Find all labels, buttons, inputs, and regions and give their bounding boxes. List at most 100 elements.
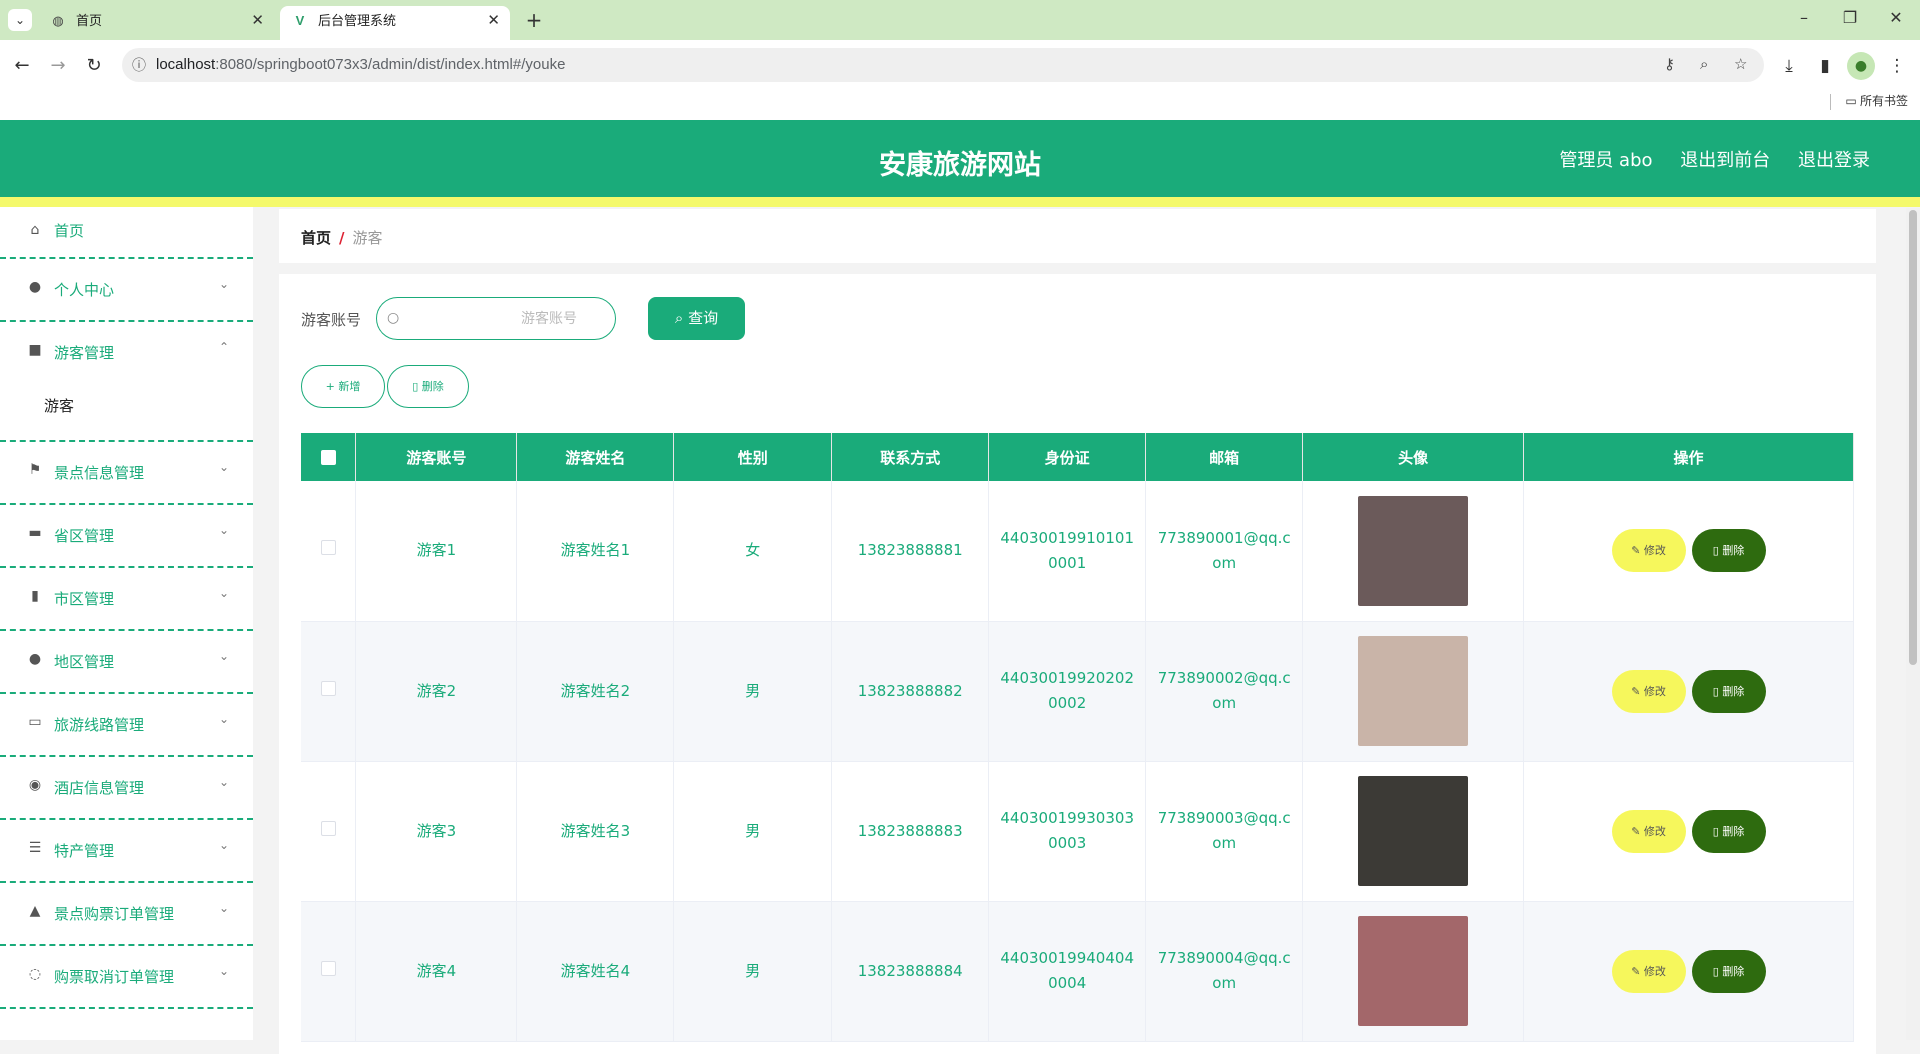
forward-icon[interactable]: →	[44, 52, 72, 80]
sidebar-item-home[interactable]: ⌂ 首页	[0, 207, 253, 259]
sidebar-item-specialty[interactable]: ☰ 特产管理 ⌄	[0, 820, 253, 883]
folder-icon: ▭	[1845, 94, 1860, 108]
add-button[interactable]: + 新增	[301, 365, 385, 408]
browser-tab-admin[interactable]: V 后台管理系统 ✕	[280, 6, 510, 40]
cell-email: 773890001@qq.c om	[1145, 481, 1304, 622]
edit-button-label: 修改	[1643, 684, 1666, 698]
profile-avatar[interactable]: ●	[1847, 52, 1875, 80]
bookmark-star-icon[interactable]: ☆	[1734, 48, 1747, 82]
trash-icon: ▯	[1712, 824, 1723, 838]
cell-actions: ✎ 修改 ▯ 删除	[1523, 761, 1854, 902]
close-icon[interactable]: ✕	[251, 6, 264, 36]
delete-button[interactable]: ▯ 删除	[1691, 809, 1766, 853]
sidebar-item-province[interactable]: ▬ 省区管理 ⌄	[0, 505, 253, 568]
sidebar-item-scenic-info[interactable]: ⚑ 景点信息管理 ⌄	[0, 442, 253, 505]
delete-button[interactable]: ▯ 删除	[1691, 669, 1766, 713]
minimize-icon[interactable]: –	[1784, 8, 1824, 27]
vue-logo-icon: V	[295, 13, 305, 28]
row-checkbox-cell[interactable]	[301, 901, 357, 1042]
page-scrollbar[interactable]	[1906, 208, 1920, 1040]
row-checkbox-cell[interactable]	[301, 621, 357, 762]
sidebar-item-travel-route[interactable]: ▭ 旅游线路管理 ⌄	[0, 694, 253, 757]
sidebar-item-label: 地区管理	[54, 653, 115, 671]
tab-search-icon[interactable]: ⌄	[8, 9, 32, 31]
chevron-down-icon: ⌄	[218, 712, 229, 726]
cell-name: 游客姓名3	[516, 761, 675, 902]
password-key-icon[interactable]: ⚷	[1664, 48, 1675, 82]
cell-gender: 女	[673, 481, 833, 622]
url-host: localhost	[156, 56, 216, 73]
row-checkbox[interactable]	[320, 540, 336, 556]
exit-to-front-link[interactable]: 退出到前台	[1680, 150, 1770, 171]
table-header-row: 游客账号 游客姓名 性别 联系方式 身份证 邮箱 头像 操作	[301, 433, 1854, 481]
address-bar[interactable]: ⓘ localhost:8080/springboot073x3/admin/d…	[122, 48, 1764, 82]
delete-button-label: 删除	[421, 380, 444, 393]
breadcrumb-home[interactable]: 首页	[301, 229, 331, 247]
edit-button[interactable]: ✎ 修改	[1611, 809, 1686, 853]
close-window-icon[interactable]: ✕	[1876, 8, 1916, 27]
avatar	[1358, 495, 1469, 606]
sidebar-item-cancel-orders[interactable]: ◌ 购票取消订单管理 ⌄	[0, 946, 253, 1009]
sidebar-item-label: 首页	[54, 222, 85, 240]
column-header-avatar: 头像	[1302, 433, 1525, 481]
tourist-table: 游客账号 游客姓名 性别 联系方式 身份证 邮箱 头像 操作 游客1 游客姓名1 女…	[301, 433, 1854, 1042]
sidebar-subitem-label: 游客	[44, 397, 75, 415]
row-checkbox-cell[interactable]	[301, 761, 357, 902]
all-bookmarks[interactable]: ▭ 所有书签	[1830, 92, 1908, 110]
batch-delete-button[interactable]: ▯ 删除	[387, 365, 469, 408]
select-all-checkbox-cell[interactable]	[301, 433, 357, 481]
table-row: 游客1 游客姓名1 女 13823888881 44030019910101 0001 77…	[301, 481, 1854, 622]
search-input[interactable]	[407, 303, 607, 335]
select-all-checkbox[interactable]	[320, 450, 336, 465]
email-line: om	[1212, 553, 1237, 572]
bookmark-divider	[1830, 93, 1832, 110]
new-tab-button[interactable]: +	[520, 6, 548, 34]
query-button-label: 查询	[688, 309, 719, 327]
sidebar-item-label: 景点购票订单管理	[54, 905, 175, 923]
cell-actions: ✎ 修改 ▯ 删除	[1523, 621, 1854, 762]
sidebar-subitem-tourist[interactable]: 游客	[0, 378, 253, 442]
zoom-icon[interactable]: ⌕	[1700, 48, 1708, 82]
row-checkbox[interactable]	[320, 960, 336, 976]
scrollbar-thumb[interactable]	[1909, 210, 1917, 665]
cell-id-card: 44030019920202 0002	[988, 621, 1147, 762]
browser-tab-home[interactable]: ◍ 首页 ✕	[38, 6, 274, 40]
delete-button-label: 删除	[1722, 964, 1745, 978]
sidebar-item-tourist-management[interactable]: ■ 游客管理 ⌃	[0, 322, 253, 378]
edit-button[interactable]: ✎ 修改	[1611, 669, 1686, 713]
sidebar-item-city[interactable]: ▮ 市区管理 ⌄	[0, 568, 253, 631]
table-row: 游客3 游客姓名3 男 13823888883 44030019930303 0003 77…	[301, 761, 1854, 902]
edit-button[interactable]: ✎ 修改	[1611, 529, 1686, 573]
logout-link[interactable]: 退出登录	[1798, 150, 1870, 171]
restore-icon[interactable]: ❐	[1830, 8, 1870, 27]
stamp-icon: ▬	[28, 525, 42, 541]
browser-toolbar: ← → ↻ ⓘ localhost:8080/springboot073x3/a…	[0, 40, 1920, 126]
row-checkbox[interactable]	[320, 680, 336, 696]
back-icon[interactable]: ←	[8, 52, 36, 80]
query-button[interactable]: ⌕ 查询	[648, 297, 745, 340]
search-field[interactable]: ○	[376, 297, 616, 340]
more-menu-icon[interactable]: ⋮	[1883, 52, 1911, 80]
close-icon[interactable]: ✕	[487, 6, 500, 36]
sidebar-item-region[interactable]: ● 地区管理 ⌄	[0, 631, 253, 694]
user-icon: ●	[28, 651, 42, 667]
avatar	[1358, 636, 1469, 746]
sidebar-item-ticket-orders[interactable]: ▲ 景点购票订单管理 ⌄	[0, 883, 253, 946]
tab-title: 后台管理系统	[318, 13, 397, 28]
delete-button[interactable]: ▯ 删除	[1691, 949, 1766, 993]
row-checkbox-cell[interactable]	[301, 481, 357, 622]
edit-icon: ✎	[1631, 544, 1644, 558]
download-icon[interactable]: ⤓	[1775, 52, 1803, 80]
search-icon: ○	[387, 310, 400, 326]
sidebar-item-personal-center[interactable]: ● 个人中心 ⌄	[0, 259, 253, 322]
reload-icon[interactable]: ↻	[80, 52, 108, 80]
sidebar-item-label: 景点信息管理	[54, 464, 145, 482]
column-header-name: 游客姓名	[516, 433, 675, 481]
sidebar-item-hotel-info[interactable]: ◉ 酒店信息管理 ⌄	[0, 757, 253, 820]
site-info-icon[interactable]: ⓘ	[132, 48, 146, 82]
row-checkbox[interactable]	[320, 820, 336, 836]
delete-button[interactable]: ▯ 删除	[1691, 529, 1766, 573]
side-panel-icon[interactable]: ▮	[1811, 52, 1839, 80]
cell-phone: 13823888884	[831, 901, 990, 1042]
edit-button[interactable]: ✎ 修改	[1611, 949, 1686, 993]
